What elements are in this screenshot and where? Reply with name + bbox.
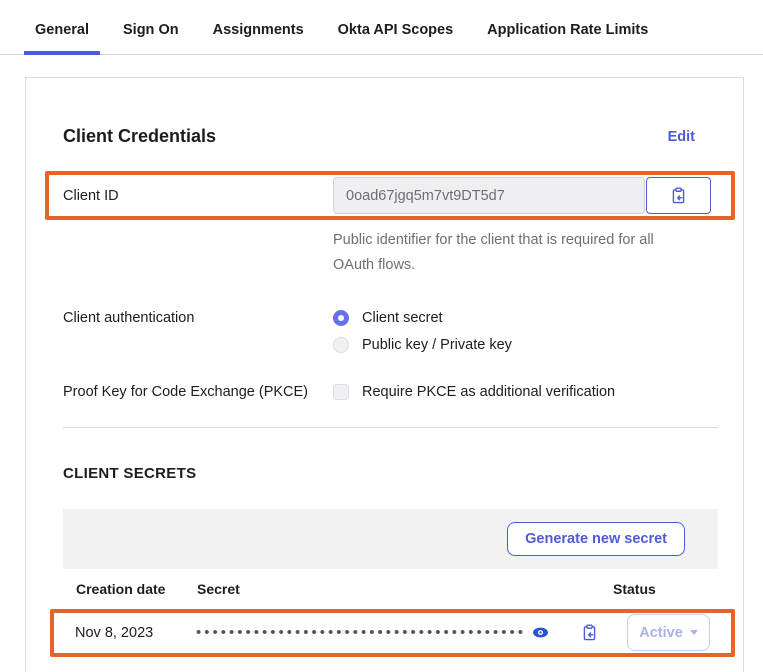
radio-unselected-icon — [333, 337, 349, 353]
highlight-box-client-id: Client ID — [45, 171, 735, 220]
secrets-table-header: Creation date Secret Status — [63, 569, 718, 609]
secret-creation-date: Nov 8, 2023 — [75, 625, 196, 641]
edit-button[interactable]: Edit — [668, 129, 695, 145]
radio-selected-icon — [333, 310, 349, 326]
client-id-help-text: Public identifier for the client that is… — [333, 228, 673, 279]
pkce-checkbox-label: Require PKCE as additional verification — [362, 384, 615, 400]
client-credentials-header: Client Credentials Edit — [63, 126, 718, 147]
column-header-status: Status — [613, 581, 718, 597]
secret-cell: •••••••••••••••••••••••••••••••••••••••• — [196, 624, 627, 641]
generate-new-secret-button[interactable]: Generate new secret — [507, 522, 685, 556]
tab-general[interactable]: General — [24, 22, 100, 54]
radio-public-private-key-label: Public key / Private key — [362, 337, 512, 353]
radio-client-secret-label: Client secret — [362, 310, 443, 326]
masked-secret-value: •••••••••••••••••••••••••••••••••••••••• — [196, 624, 526, 641]
checkbox-unchecked-icon — [333, 384, 349, 400]
eye-icon — [532, 624, 549, 641]
client-id-input[interactable] — [333, 177, 645, 214]
client-id-input-group — [333, 177, 711, 214]
client-authentication-label: Client authentication — [63, 310, 333, 326]
client-secrets-toolbar: Generate new secret — [63, 509, 718, 569]
column-header-secret: Secret — [197, 581, 613, 597]
copy-secret-button[interactable] — [581, 624, 598, 641]
reveal-secret-button[interactable] — [532, 624, 549, 641]
general-settings-card: Client Credentials Edit Client ID Public… — [25, 77, 744, 672]
caret-down-icon — [690, 630, 698, 635]
client-secrets-title: CLIENT SECRETS — [63, 465, 718, 482]
client-authentication-row: Client authentication Client secret Publ… — [63, 310, 718, 353]
app-tabbar: General Sign On Assignments Okta API Sco… — [0, 0, 763, 55]
client-credentials-title: Client Credentials — [63, 126, 216, 147]
clipboard-icon — [670, 187, 687, 204]
section-divider — [63, 427, 718, 428]
tab-application-rate-limits[interactable]: Application Rate Limits — [476, 22, 659, 54]
pkce-checkbox[interactable]: Require PKCE as additional verification — [333, 384, 615, 400]
status-label: Active — [639, 625, 683, 641]
copy-client-id-button[interactable] — [646, 177, 711, 214]
status-dropdown[interactable]: Active — [627, 614, 710, 651]
client-id-label: Client ID — [63, 188, 333, 204]
tab-assignments[interactable]: Assignments — [202, 22, 315, 54]
column-header-creation-date: Creation date — [76, 581, 197, 597]
radio-public-private-key[interactable]: Public key / Private key — [333, 337, 512, 353]
tab-okta-api-scopes[interactable]: Okta API Scopes — [327, 22, 465, 54]
tab-sign-on[interactable]: Sign On — [112, 22, 190, 54]
highlight-box-secret-row: Nov 8, 2023 ••••••••••••••••••••••••••••… — [50, 609, 735, 657]
clipboard-icon — [581, 624, 598, 641]
pkce-label: Proof Key for Code Exchange (PKCE) — [63, 384, 333, 400]
radio-client-secret[interactable]: Client secret — [333, 310, 512, 326]
pkce-row: Proof Key for Code Exchange (PKCE) Requi… — [63, 384, 718, 400]
